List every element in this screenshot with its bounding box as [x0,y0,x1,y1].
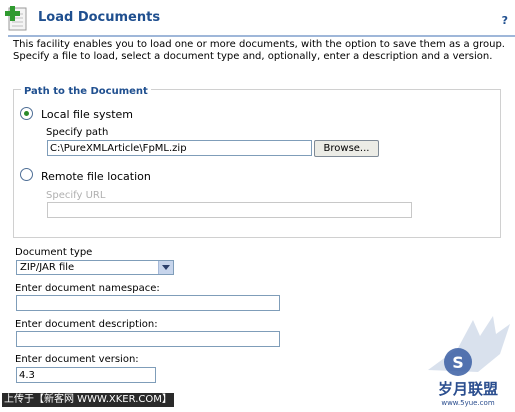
svg-text:S: S [452,353,464,372]
version-label: Enter document version: [15,354,139,365]
page-title: Load Documents [38,10,161,25]
local-file-radio[interactable] [20,107,33,120]
browse-button[interactable]: Browse... [314,140,379,157]
version-input[interactable] [16,367,156,383]
watermark-text: 上传于【新客网 WWW.XKER.COM】 [2,393,174,407]
watermark-logo-url: www.5yue.com [441,399,494,407]
document-type-label: Document type [15,247,93,258]
local-file-label: Local file system [41,108,134,121]
watermark-logo-text: 岁月联盟 [438,380,498,398]
page-description: This facility enables you to load one or… [13,39,505,62]
remote-file-radio[interactable] [20,168,33,181]
path-group-legend: Path to the Document [21,86,151,97]
chevron-down-icon[interactable] [158,261,173,274]
add-document-icon [5,6,27,31]
page-header: Load Documents ? [0,0,515,37]
document-type-value: ZIP/JAR file [20,262,75,273]
namespace-label: Enter document namespace: [15,283,160,294]
specify-url-label: Specify URL [46,190,106,201]
path-input[interactable] [47,140,312,156]
help-link[interactable]: ? [502,14,508,27]
remote-file-label: Remote file location [41,170,151,183]
watermark-logo: S 岁月联盟 www.5yue.com [428,316,510,407]
specify-path-label: Specify path [46,127,109,138]
namespace-input[interactable] [16,295,280,311]
document-type-select[interactable]: ZIP/JAR file [16,260,174,275]
header-divider [8,35,515,37]
description-label: Enter document description: [15,319,158,330]
description-input[interactable] [16,331,280,347]
url-input[interactable] [47,202,412,218]
